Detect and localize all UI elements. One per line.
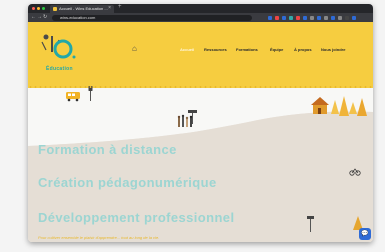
extension-icon[interactable] [289,15,293,20]
tab-close-icon[interactable]: × [108,5,111,11]
back-icon[interactable]: ← [31,14,36,20]
forward-icon[interactable]: → [37,14,42,20]
url-text: wins-education.com [60,15,96,20]
headline-formation: Formation à distance [38,142,177,157]
extension-icon[interactable] [352,15,356,20]
browser-window: Accueil - Wins Education ... × + ← → ↻ w… [28,4,373,242]
tab-title: Accueil - Wins Education ... [59,6,108,11]
new-tab-icon[interactable]: + [118,4,122,10]
maximize-window-dot[interactable] [42,7,45,10]
extension-icon[interactable] [303,15,307,20]
headline-developpement: Développement professionnel [38,210,235,225]
extension-icon[interactable] [310,15,314,20]
chat-icon: 💬 [361,231,369,237]
headline-creation: Création pédagonumérique [38,175,217,190]
nav-item-ressources[interactable]: Ressources [204,47,227,52]
extension-icon[interactable] [345,15,349,20]
tagline: Pour cultiver ensemble le plaisir d'appr… [38,235,160,240]
extension-icon[interactable] [296,15,300,20]
favicon-icon [53,7,57,11]
extension-icon[interactable] [275,15,279,20]
site-logo[interactable]: Éducation [38,28,78,72]
extension-icon[interactable] [317,15,321,20]
extension-icon[interactable] [331,15,335,20]
site-header: Éducation ⌂ Accueil Ressources Formation… [28,22,373,88]
chat-button[interactable]: 💬 [359,228,371,240]
nav-item-accueil[interactable]: Accueil [180,47,194,52]
website-content: Éducation ⌂ Accueil Ressources Formation… [28,22,373,242]
minimize-window-dot[interactable] [37,7,40,10]
address-toolbar: ← → ↻ wins-education.com [28,13,373,22]
nav-item-a-propos[interactable]: À propos [294,47,312,52]
address-bar[interactable]: wins-education.com [52,14,252,21]
logo-mark-icon [41,34,76,59]
decorative-dots [28,85,373,89]
extension-icon[interactable] [282,15,286,20]
extension-icon[interactable] [268,15,272,20]
logo-text: Éducation [46,66,73,72]
extension-icon[interactable] [338,15,342,20]
nav-item-equipe[interactable]: Équipe [270,47,283,52]
home-icon[interactable]: ⌂ [132,44,137,53]
nav-item-nous-joindre[interactable]: Nous joindre [321,47,345,52]
reload-icon[interactable]: ↻ [43,14,47,20]
close-window-dot[interactable] [32,7,35,10]
tab-bar: Accueil - Wins Education ... × + [28,4,373,13]
nav-item-formations[interactable]: Formations [236,47,258,52]
browser-tab[interactable]: Accueil - Wins Education ... × [50,5,114,13]
extension-icon[interactable] [324,15,328,20]
